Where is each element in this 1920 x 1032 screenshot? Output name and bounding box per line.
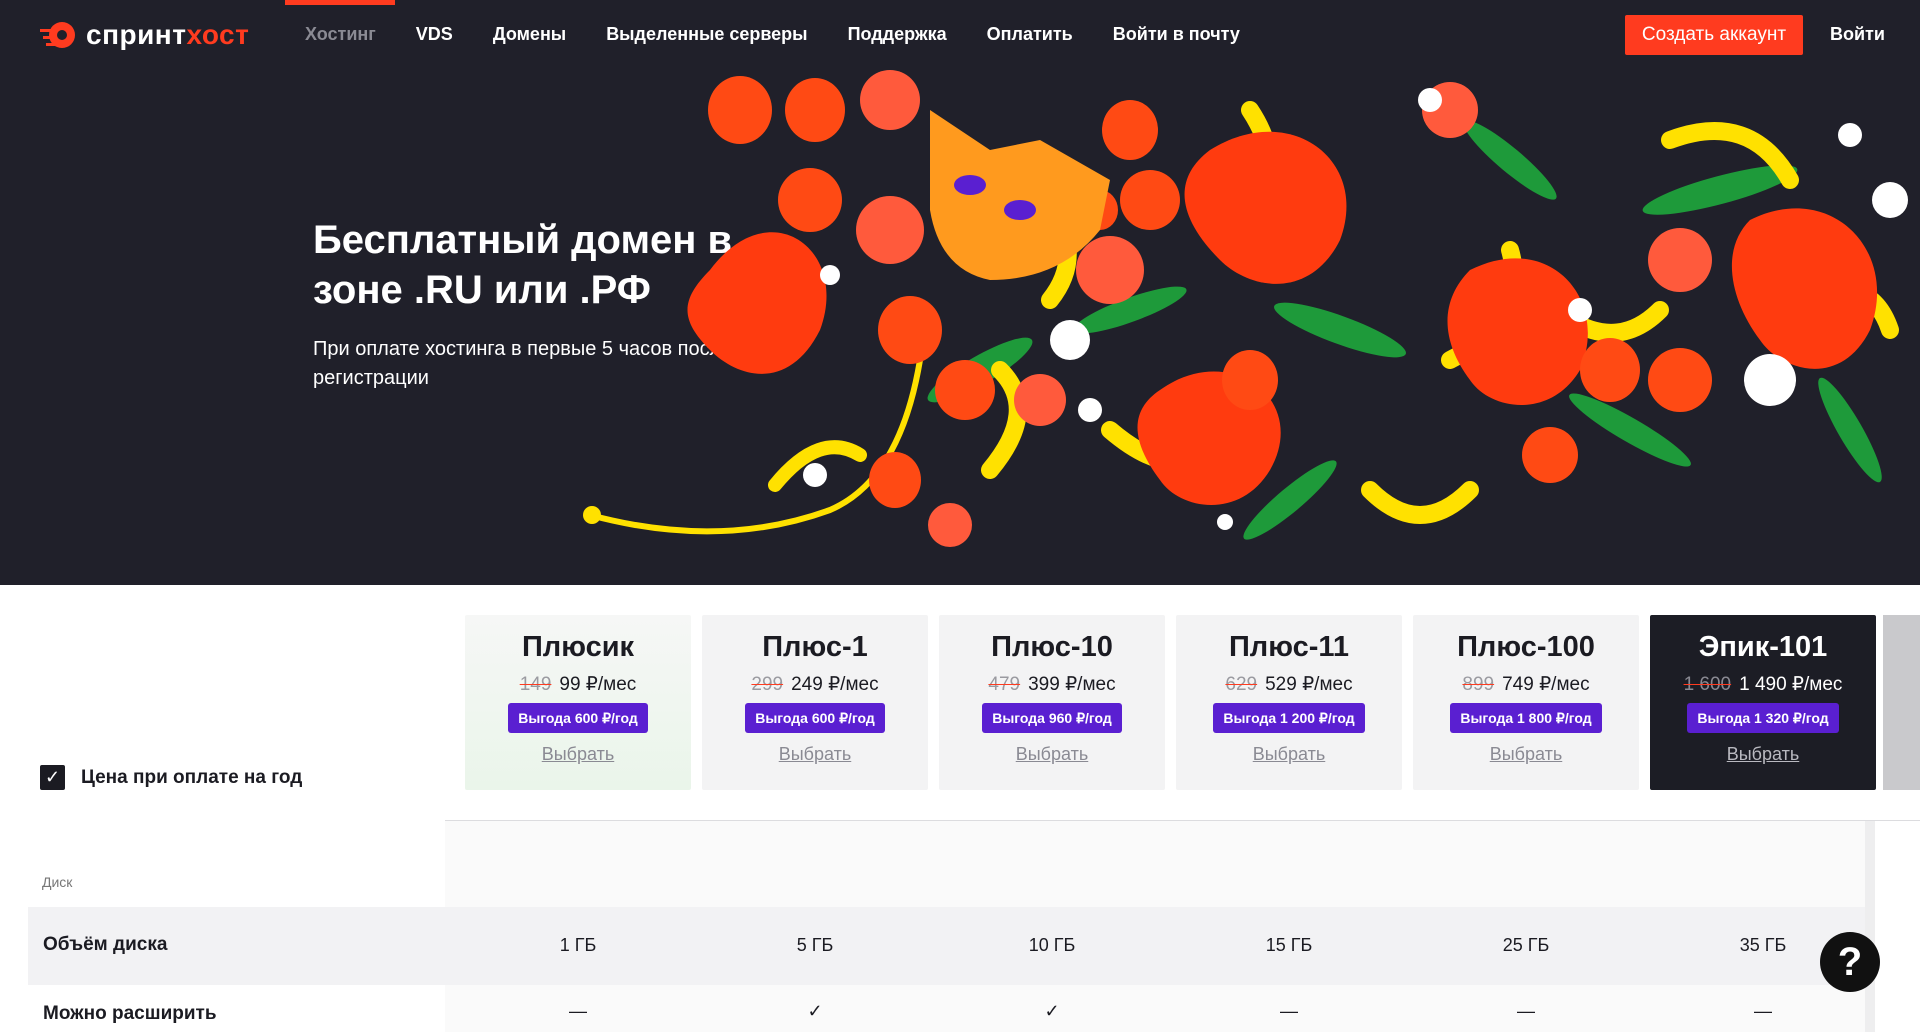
old-price: 149 <box>519 674 552 695</box>
choose-plan-link[interactable]: Выбрать <box>702 744 928 765</box>
feature-cell: — <box>1280 1001 1298 1021</box>
plan-card-plus-100: Плюс-100 899 749 ₽/мес Выгода 1 800 ₽/го… <box>1413 615 1639 790</box>
old-price: 899 <box>1462 674 1495 695</box>
old-price: 299 <box>751 674 784 695</box>
plan-price: 149 99 ₽/мес <box>465 674 691 696</box>
logo-icon <box>40 22 75 48</box>
plan-name: Плюсик <box>521 631 635 663</box>
feature-cell: 35 ГБ <box>1739 935 1787 955</box>
plan-name: Плюс-1 <box>762 631 868 663</box>
plan-price: 299 249 ₽/мес <box>702 674 928 696</box>
help-button[interactable]: ? <box>1820 932 1880 992</box>
old-price: 479 <box>988 674 1021 695</box>
create-account-button[interactable]: Создать аккаунт <box>1625 15 1803 55</box>
feature-cell: — <box>1517 1001 1535 1021</box>
feature-row-expandable: Можно расширить — ✓ ✓ — — — <box>28 985 1865 1032</box>
feature-cell: 1 ГБ <box>559 935 597 955</box>
annual-price-checkbox[interactable]: ✓ <box>40 765 65 790</box>
current-price: 749 ₽/мес <box>1502 674 1590 695</box>
horizontal-scroll-track[interactable] <box>1865 821 1875 1032</box>
feature-cell: 25 ГБ <box>1502 935 1550 955</box>
plan-price: 899 749 ₽/мес <box>1413 674 1639 696</box>
annual-price-label: Цена при оплате на год <box>81 766 303 788</box>
current-price: 249 ₽/мес <box>791 674 879 695</box>
feature-row-label: Можно расширить <box>43 1003 217 1024</box>
feature-section-label: Диск <box>42 874 73 890</box>
benefit-badge: Выгода 960 ₽/год <box>982 703 1122 733</box>
check-icon: ✓ <box>1044 1001 1060 1021</box>
hero-banner: спринтхост Хостинг VDS Домены Выделенные… <box>0 0 1920 585</box>
next-plan-card-edge[interactable] <box>1883 615 1920 790</box>
plan-price: 479 399 ₽/мес <box>939 674 1165 696</box>
plan-card-plusik: Плюсик 149 99 ₽/мес Выгода 600 ₽/год Выб… <box>465 615 691 790</box>
login-link[interactable]: Войти <box>1830 24 1885 45</box>
nav-item-pay[interactable]: Оплатить <box>987 24 1073 45</box>
pricing-section: ✓ Цена при оплате на год Плюсик 149 99 ₽… <box>0 585 1920 1032</box>
benefit-badge: Выгода 1 800 ₽/год <box>1450 703 1602 733</box>
plan-name: Плюс-10 <box>991 631 1113 663</box>
old-price: 1 600 <box>1683 674 1732 695</box>
choose-plan-link[interactable]: Выбрать <box>1413 744 1639 765</box>
feature-row-label: Объём диска <box>43 934 168 955</box>
nav-item-domains[interactable]: Домены <box>493 24 566 45</box>
plan-name: Плюс-100 <box>1457 631 1595 663</box>
main-nav: Хостинг VDS Домены Выделенные серверы По… <box>305 24 1240 45</box>
nav-active-indicator <box>285 0 395 5</box>
choose-plan-link[interactable]: Выбрать <box>1650 744 1876 765</box>
current-price: 529 ₽/мес <box>1265 674 1353 695</box>
current-price: 1 490 ₽/мес <box>1739 674 1843 695</box>
nav-item-webmail[interactable]: Войти в почту <box>1113 24 1240 45</box>
plan-card-plus-10: Плюс-10 479 399 ₽/мес Выгода 960 ₽/год В… <box>939 615 1165 790</box>
choose-plan-link[interactable]: Выбрать <box>465 744 691 765</box>
nav-item-vds[interactable]: VDS <box>416 24 453 45</box>
current-price: 399 ₽/мес <box>1028 674 1116 695</box>
annual-price-toggle[interactable]: ✓ Цена при оплате на год <box>40 765 302 790</box>
choose-plan-link[interactable]: Выбрать <box>939 744 1165 765</box>
benefit-badge: Выгода 600 ₽/год <box>745 703 885 733</box>
logo[interactable]: спринтхост <box>40 17 249 53</box>
top-navigation: спринтхост Хостинг VDS Домены Выделенные… <box>0 0 1920 72</box>
nav-item-support[interactable]: Поддержка <box>848 24 947 45</box>
plan-name: Эпик-101 <box>1698 631 1828 663</box>
feature-cell: 10 ГБ <box>1028 935 1076 955</box>
nav-item-dedicated-servers[interactable]: Выделенные серверы <box>606 24 807 45</box>
khokhloma-illustration <box>583 70 1908 547</box>
check-icon: ✓ <box>807 1001 823 1021</box>
feature-row-disk-size: Объём диска 1 ГБ 5 ГБ 10 ГБ 15 ГБ 25 ГБ … <box>28 907 1865 985</box>
feature-cell: 15 ГБ <box>1265 935 1313 955</box>
feature-cell: — <box>1754 1001 1772 1021</box>
plan-price: 629 529 ₽/мес <box>1176 674 1402 696</box>
plan-price: 1 600 1 490 ₽/мес <box>1650 674 1876 696</box>
plan-card-plus-11: Плюс-11 629 529 ₽/мес Выгода 1 200 ₽/год… <box>1176 615 1402 790</box>
feature-cell: 5 ГБ <box>796 935 834 955</box>
feature-cell: — <box>569 1001 587 1021</box>
logo-text: спринтхост <box>86 19 250 50</box>
benefit-badge: Выгода 1 320 ₽/год <box>1687 703 1839 733</box>
choose-plan-link[interactable]: Выбрать <box>1176 744 1402 765</box>
benefit-badge: Выгода 1 200 ₽/год <box>1213 703 1365 733</box>
old-price: 629 <box>1225 674 1258 695</box>
plan-card-epik-101: Эпик-101 1 600 1 490 ₽/мес Выгода 1 320 … <box>1650 615 1876 790</box>
nav-item-hosting[interactable]: Хостинг <box>305 24 376 45</box>
plan-name: Плюс-11 <box>1228 631 1350 663</box>
benefit-badge: Выгода 600 ₽/год <box>508 703 648 733</box>
plan-card-plus-1: Плюс-1 299 249 ₽/мес Выгода 600 ₽/год Вы… <box>702 615 928 790</box>
current-price: 99 ₽/мес <box>559 674 637 695</box>
